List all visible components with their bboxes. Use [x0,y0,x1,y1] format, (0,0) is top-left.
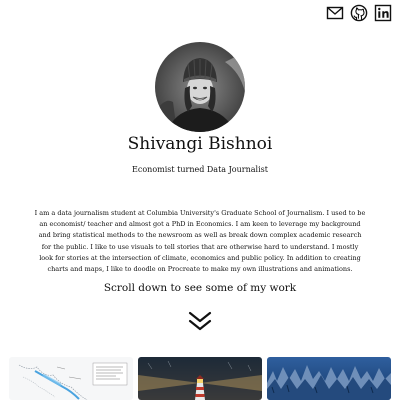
lighthouse-thumbnail [138,357,262,400]
avatar [155,42,245,132]
forest-thumbnail [267,357,391,400]
envelope-icon [326,6,344,20]
double-chevron-down-icon [188,311,212,331]
github-link[interactable] [350,4,368,22]
portfolio-card-lighthouse[interactable] [138,357,262,400]
profile-tagline: Economist turned Data Journalist [132,165,268,174]
social-links [326,4,392,22]
email-link[interactable] [326,4,344,22]
portfolio-card-forest[interactable] [267,357,391,400]
profile-name: Shivangi Bishnoi [127,134,273,154]
scroll-down-button[interactable] [188,310,212,332]
linkedin-icon [374,4,392,22]
linkedin-link[interactable] [374,4,392,22]
profile-bio: I am a data journalism student at Columb… [34,209,366,274]
github-icon [350,4,368,22]
scroll-prompt: Scroll down to see some of my work [103,282,297,294]
map-thumbnail [9,357,133,400]
portfolio-card-map[interactable] [9,357,133,400]
profile-photo [155,42,245,132]
portfolio-grid [0,357,400,400]
